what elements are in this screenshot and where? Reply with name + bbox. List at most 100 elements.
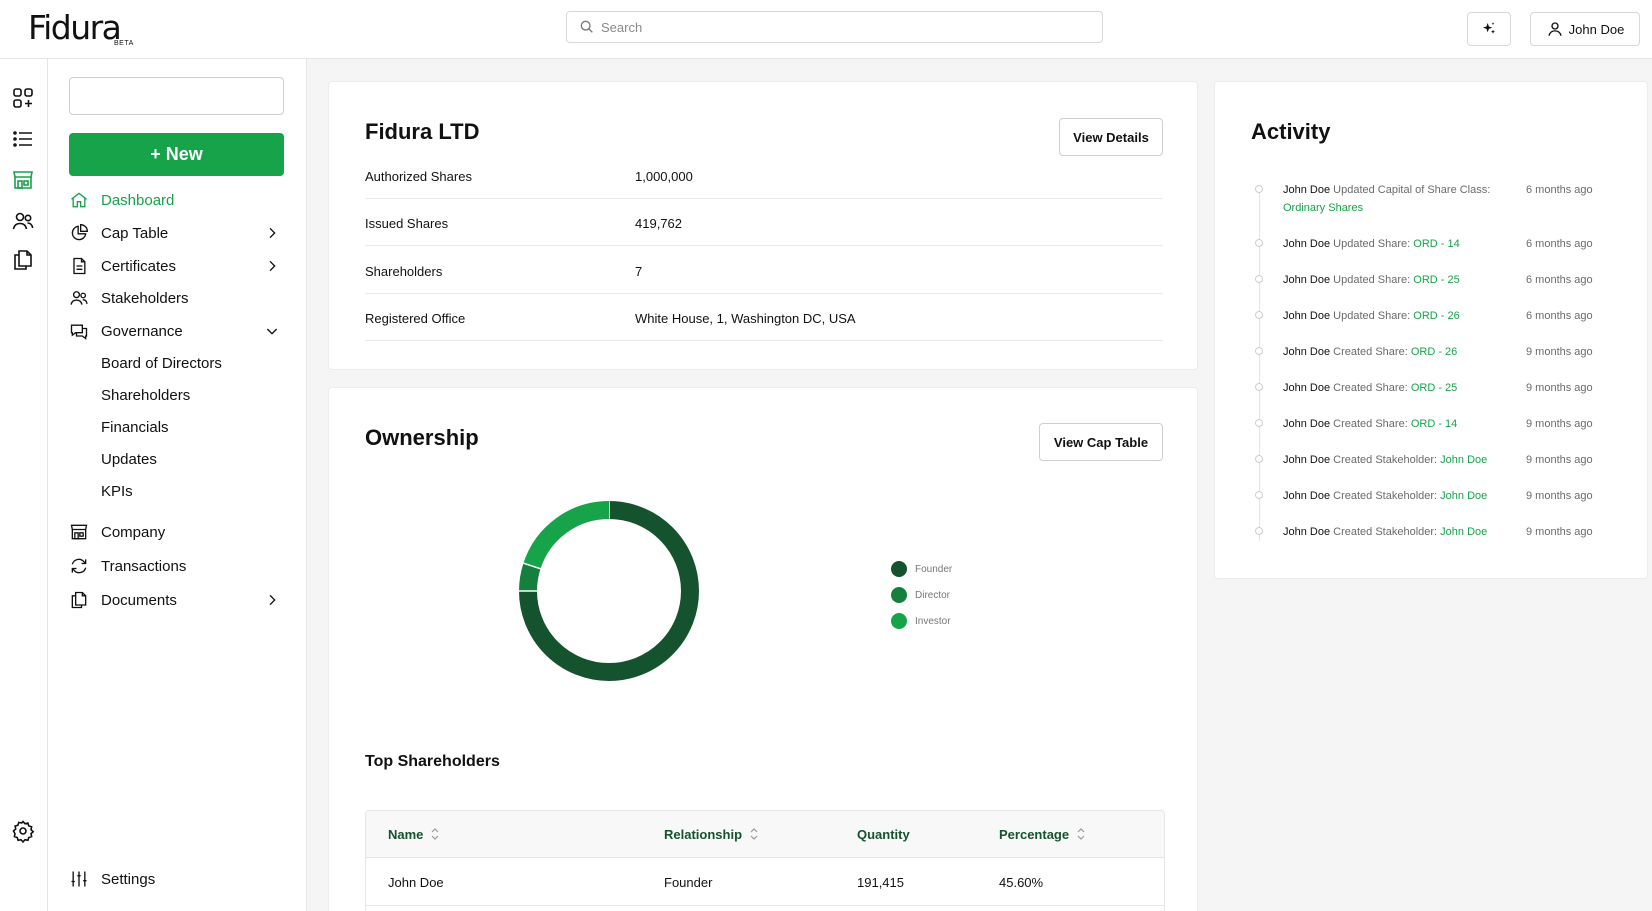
activity-time: 9 months ago: [1526, 346, 1593, 358]
app-logo[interactable]: Fidura: [28, 8, 122, 47]
sidebar-item-cap-table[interactable]: Cap Table: [68, 219, 288, 247]
activity-action: Updated Share:: [1333, 310, 1411, 322]
cell-name: John Doe: [388, 875, 444, 890]
activity-link[interactable]: ORD - 26: [1411, 346, 1457, 358]
info-value: White House, 1, Washington DC, USA: [635, 311, 856, 326]
donut-slice-director[interactable]: [519, 563, 541, 592]
column-header-relationship[interactable]: Relationship: [664, 826, 759, 842]
company-selector-input[interactable]: [69, 77, 284, 115]
cell-percentage: 45.60%: [999, 875, 1044, 890]
legend-label: Investor: [915, 615, 951, 627]
timeline-dot: [1255, 185, 1263, 193]
activity-time: 9 months ago: [1526, 454, 1593, 466]
sidebar-subitem-board-of-directors[interactable]: Board of Directors: [101, 355, 222, 372]
activity-time: 6 months ago: [1526, 238, 1593, 250]
activity-user[interactable]: John Doe: [1283, 310, 1330, 322]
view-cap-table-button[interactable]: View Cap Table: [1039, 423, 1163, 461]
activity-user[interactable]: John Doe: [1283, 184, 1330, 196]
search-box[interactable]: [566, 11, 1103, 43]
sidebar-item-transactions[interactable]: Transactions: [68, 552, 288, 580]
legend-item[interactable]: Investor: [891, 613, 951, 629]
sort-icon: [750, 828, 758, 840]
activity-text: John Doe Updated Share: ORD - 25: [1283, 271, 1523, 289]
activity-user[interactable]: John Doe: [1283, 382, 1330, 394]
view-details-button[interactable]: View Details: [1059, 118, 1163, 156]
activity-text: John Doe Created Share: ORD - 14: [1283, 415, 1523, 433]
activity-link[interactable]: ORD - 14: [1413, 238, 1459, 250]
activity-link[interactable]: John Doe: [1440, 454, 1487, 466]
activity-time: 9 months ago: [1526, 526, 1593, 538]
table-header: Name Relationship Quantity Percentage: [366, 811, 1164, 858]
user-menu-button[interactable]: John Doe: [1530, 12, 1640, 46]
column-header-percentage[interactable]: Percentage: [999, 826, 1086, 842]
sidebar-subitem-shareholders[interactable]: Shareholders: [101, 387, 190, 404]
activity-user[interactable]: John Doe: [1283, 238, 1330, 250]
company-store-icon[interactable]: [10, 167, 36, 193]
activity-user[interactable]: John Doe: [1283, 346, 1330, 358]
timeline-dot: [1255, 527, 1263, 535]
legend-swatch: [891, 613, 907, 629]
activity-user[interactable]: John Doe: [1283, 418, 1330, 430]
company-name: Fidura LTD: [365, 119, 480, 144]
search-input[interactable]: [601, 19, 1081, 35]
sidebar-item-documents[interactable]: Documents: [68, 586, 288, 614]
sidebar-subitem-financials[interactable]: Financials: [101, 419, 169, 436]
sidebar-item-stakeholders[interactable]: Stakeholders: [68, 284, 288, 312]
activity-link[interactable]: John Doe: [1440, 490, 1487, 502]
activity-link[interactable]: John Doe: [1440, 526, 1487, 538]
activity-user[interactable]: John Doe: [1283, 454, 1330, 466]
sidebar-item-label: Governance: [101, 322, 183, 340]
timeline-dot: [1255, 455, 1263, 463]
building-icon: [70, 524, 88, 540]
timeline-dot: [1255, 311, 1263, 319]
document-icon: [73, 257, 86, 275]
sidebar-item-governance[interactable]: Governance: [68, 317, 288, 345]
activity-link[interactable]: Ordinary Shares: [1283, 202, 1363, 214]
info-label: Shareholders: [365, 264, 443, 279]
chat-icon: [70, 324, 88, 340]
activity-user[interactable]: John Doe: [1283, 490, 1330, 502]
activity-action: Created Share:: [1333, 418, 1408, 430]
settings-gear-icon[interactable]: [10, 818, 36, 844]
user-icon: [1548, 22, 1562, 36]
apps-icon[interactable]: [10, 85, 36, 111]
sidebar-item-settings[interactable]: Settings: [68, 865, 288, 893]
table-row[interactable]: John Doe Founder 191,415 45.60%: [366, 858, 1164, 906]
new-button[interactable]: + New: [69, 133, 284, 176]
ai-assistant-button[interactable]: [1467, 12, 1511, 46]
top-bar: Fidura BETA John Doe: [0, 0, 1652, 59]
sliders-icon: [71, 871, 87, 887]
list-icon[interactable]: [10, 126, 36, 152]
activity-user[interactable]: John Doe: [1283, 526, 1330, 538]
company-overview-card: Fidura LTD View Details Authorized Share…: [328, 81, 1198, 370]
top-shareholders-table: Name Relationship Quantity Percentage Jo…: [365, 810, 1165, 911]
donut-slice-investor[interactable]: [523, 501, 610, 570]
sidebar-subitem-kpis[interactable]: KPIs: [101, 483, 133, 500]
activity-link[interactable]: ORD - 25: [1411, 382, 1457, 394]
activity-action: Created Stakeholder:: [1333, 454, 1438, 466]
sort-icon: [431, 828, 439, 840]
sidebar-item-certificates[interactable]: Certificates: [68, 252, 288, 280]
activity-title: Activity: [1251, 119, 1331, 144]
activity-link[interactable]: ORD - 25: [1413, 274, 1459, 286]
sidebar-item-label: Certificates: [101, 257, 177, 275]
legend-item[interactable]: Director: [891, 587, 950, 603]
people-icon[interactable]: [10, 208, 36, 234]
sidebar-item-dashboard[interactable]: Dashboard: [68, 186, 288, 214]
sidebar-subitem-updates[interactable]: Updates: [101, 451, 157, 468]
legend-swatch: [891, 587, 907, 603]
legend-item[interactable]: Founder: [891, 561, 952, 577]
column-header-name[interactable]: Name: [388, 826, 440, 842]
info-row-issued-shares: Issued Shares 419,762: [365, 199, 1163, 246]
activity-user[interactable]: John Doe: [1283, 274, 1330, 286]
activity-text: John Doe Created Share: ORD - 26: [1283, 343, 1523, 361]
info-label: Issued Shares: [365, 216, 449, 231]
pie-chart-icon: [71, 223, 89, 241]
activity-text: John Doe Updated Share: ORD - 26: [1283, 307, 1523, 325]
activity-link[interactable]: ORD - 26: [1413, 310, 1459, 322]
files-icon[interactable]: [10, 247, 36, 273]
activity-link[interactable]: ORD - 14: [1411, 418, 1457, 430]
column-label: Quantity: [857, 827, 910, 842]
activity-card: Activity John Doe Updated Capital of Sha…: [1214, 81, 1648, 579]
sidebar-item-company[interactable]: Company: [68, 518, 288, 546]
